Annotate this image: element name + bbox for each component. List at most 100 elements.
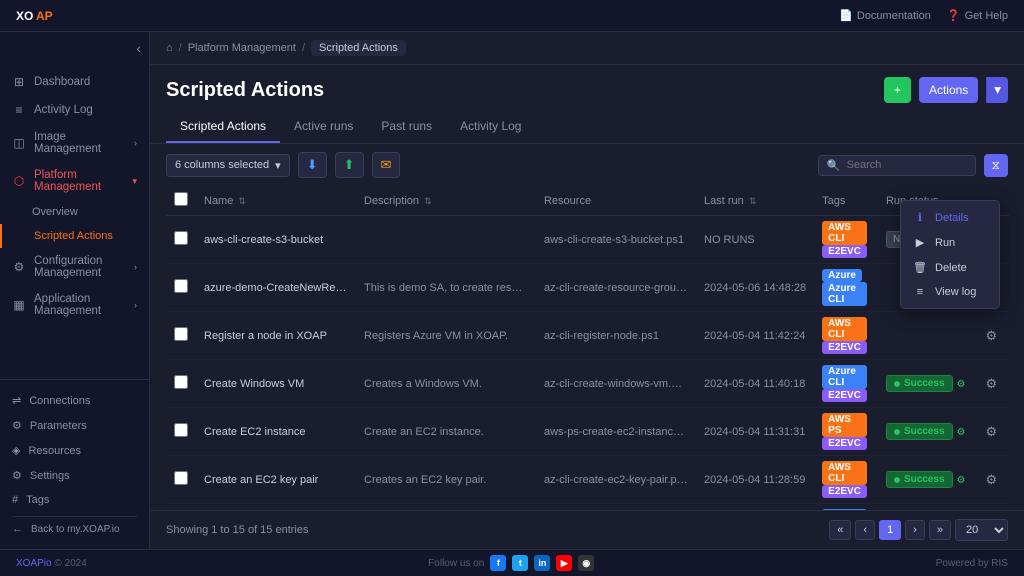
status-icon: ⚙ — [957, 379, 966, 390]
context-menu-details[interactable]: ℹ Details — [901, 205, 999, 230]
page-1-btn[interactable]: 1 — [879, 520, 901, 540]
tab-active-runs[interactable]: Active runs — [280, 111, 367, 143]
first-page-btn[interactable]: « — [829, 520, 851, 540]
cell-resource: az-cli-create-ec2-key-pair.ps1 — [536, 456, 696, 504]
cell-last-run: 2024-05-04 11:31:31 — [696, 408, 814, 456]
gear-button[interactable]: ⚙ — [982, 422, 1002, 442]
sidebar-item-image-management[interactable]: ◫ Image Management › — [0, 124, 149, 162]
row-checkbox[interactable] — [174, 375, 188, 389]
home-icon[interactable]: ⌂ — [166, 42, 173, 54]
sidebar-item-resources[interactable]: ◈ Resources — [12, 438, 137, 463]
platform-icon: ⬡ — [12, 174, 26, 188]
gear-button[interactable]: ⚙ — [982, 470, 1002, 490]
context-menu-view-log[interactable]: ≡ View log — [901, 280, 999, 304]
sidebar-subitem-overview[interactable]: Overview — [0, 200, 149, 224]
upload-icon-btn[interactable]: ⬆ — [335, 152, 364, 178]
footer-powered: Powered by RIS — [936, 558, 1008, 569]
row-checkbox[interactable] — [174, 279, 188, 293]
actions-dropdown-button[interactable]: ▾ — [986, 77, 1008, 103]
cell-gear: ⚙ — [974, 456, 1010, 504]
sidebar-item-application-management[interactable]: ▦ Application Management › — [0, 286, 149, 324]
dashboard-icon: ⊞ — [12, 75, 26, 89]
parameters-icon: ⚙ — [12, 419, 22, 432]
facebook-icon[interactable]: f — [490, 555, 506, 571]
sidebar-item-activity-log[interactable]: ≡ Activity Log — [0, 96, 149, 124]
sidebar-subitem-scripted-actions[interactable]: Scripted Actions — [0, 224, 149, 248]
gear-button[interactable]: ⚙ — [982, 374, 1002, 394]
sidebar-item-tags[interactable]: # Tags — [12, 488, 137, 512]
tab-scripted-actions[interactable]: Scripted Actions — [166, 111, 280, 143]
actions-button[interactable]: Actions — [919, 77, 978, 103]
cell-description: Creates a Windows VM. — [356, 360, 536, 408]
status-icon: ⚙ — [957, 475, 966, 486]
chevron-down-icon: ▾ — [275, 159, 281, 172]
cell-status: Success⚙ — [878, 360, 974, 408]
last-page-btn[interactable]: » — [929, 520, 951, 540]
cell-last-run: 2024-05-04 11:42:24 — [696, 312, 814, 360]
app-expand-icon: › — [134, 300, 137, 310]
run-icon: ▶ — [913, 236, 927, 249]
collapse-button[interactable]: ‹ — [136, 40, 141, 56]
page-title: Scripted Actions — [166, 79, 324, 102]
row-checkbox[interactable] — [174, 423, 188, 437]
row-checkbox[interactable] — [174, 327, 188, 341]
main-layout: ‹ ⊞ Dashboard ≡ Activity Log ◫ Image Man… — [0, 32, 1024, 549]
details-icon: ℹ — [913, 211, 927, 224]
docs-link[interactable]: 📄 Documentation — [839, 9, 931, 22]
cell-status: Success⚙ — [878, 456, 974, 504]
cell-description: Creates an EC2 key pair. — [356, 456, 536, 504]
back-icon: ← — [12, 523, 23, 535]
resources-icon: ◈ — [12, 444, 20, 457]
sidebar-item-platform-management[interactable]: ⬡ Platform Management ▾ — [0, 162, 149, 200]
sidebar-item-parameters[interactable]: ⚙ Parameters — [12, 413, 137, 438]
tab-past-runs[interactable]: Past runs — [367, 111, 446, 143]
table-row: azure-demo-CreateNewResourceGroupThis is… — [166, 264, 1009, 312]
sidebar-item-dashboard[interactable]: ⊞ Dashboard — [0, 68, 149, 96]
column-selector[interactable]: 6 columns selected ▾ — [166, 154, 290, 177]
mail-icon-btn[interactable]: ✉ — [372, 152, 401, 178]
prev-page-btn[interactable]: ‹ — [855, 520, 875, 540]
sidebar-nav: ⊞ Dashboard ≡ Activity Log ◫ Image Manag… — [0, 64, 149, 379]
mail-icon: ✉ — [381, 157, 392, 173]
upload-icon: ⬆ — [344, 157, 355, 173]
twitter-icon[interactable]: t — [512, 555, 528, 571]
download-icon-btn[interactable]: ⬇ — [298, 152, 327, 178]
tab-activity-log[interactable]: Activity Log — [446, 111, 535, 143]
footer-brand: XOAPio © 2024 — [16, 558, 87, 569]
filter-button[interactable]: ⧖ — [984, 154, 1008, 177]
select-all-checkbox[interactable] — [174, 192, 188, 206]
per-page-select[interactable]: 20 50 100 — [955, 519, 1008, 541]
toolbar: 6 columns selected ▾ ⬇ ⬆ ✉ 🔍 ⧖ — [150, 144, 1024, 186]
search-input[interactable] — [847, 159, 967, 171]
help-link[interactable]: ❓ Get Help — [947, 9, 1008, 22]
sidebar-back-link[interactable]: ← Back to my.XOAP.io — [12, 516, 137, 541]
gear-button[interactable]: ⚙ — [982, 326, 1002, 346]
add-button[interactable]: + — [884, 77, 911, 103]
linkedin-icon[interactable]: in — [534, 555, 550, 571]
table-header: Name ⇅ Description ⇅ Resource Last run ⇅… — [166, 186, 1009, 216]
sidebar-item-configuration-management[interactable]: ⚙ Configuration Management › — [0, 248, 149, 286]
status-badge: Success — [886, 423, 953, 440]
github-icon[interactable]: ◉ — [578, 555, 594, 571]
youtube-icon[interactable]: ▶ — [556, 555, 572, 571]
pagination-info: Showing 1 to 15 of 15 entries — [166, 524, 308, 536]
add-icon: + — [894, 83, 901, 97]
context-menu-run[interactable]: ▶ Run — [901, 230, 999, 255]
brand-link[interactable]: XOAPio — [16, 558, 52, 569]
status-dot — [894, 477, 900, 483]
sidebar-item-connections[interactable]: ⇌ Connections — [12, 388, 137, 413]
row-checkbox[interactable] — [174, 471, 188, 485]
cell-gear: ⚙ — [974, 408, 1010, 456]
row-checkbox[interactable] — [174, 231, 188, 245]
sidebar-item-settings[interactable]: ⚙ Settings — [12, 463, 137, 488]
cell-resource: az-cli-create-resource-group.ps1 — [536, 264, 696, 312]
next-page-btn[interactable]: › — [905, 520, 925, 540]
page-header: Scripted Actions + Actions ▾ — [150, 65, 1024, 111]
cell-name: Create an EC2 key pair — [196, 456, 356, 504]
context-menu-delete[interactable]: 🗑 Delete — [901, 255, 999, 280]
breadcrumb-platform[interactable]: Platform Management — [188, 42, 296, 54]
search-icon: 🔍 — [827, 159, 841, 172]
pagination-controls: « ‹ 1 › » 20 50 100 — [829, 519, 1008, 541]
cell-name: azure-demo-CreateNewResourceGroup — [196, 264, 356, 312]
table-wrapper: Name ⇅ Description ⇅ Resource Last run ⇅… — [150, 186, 1024, 510]
